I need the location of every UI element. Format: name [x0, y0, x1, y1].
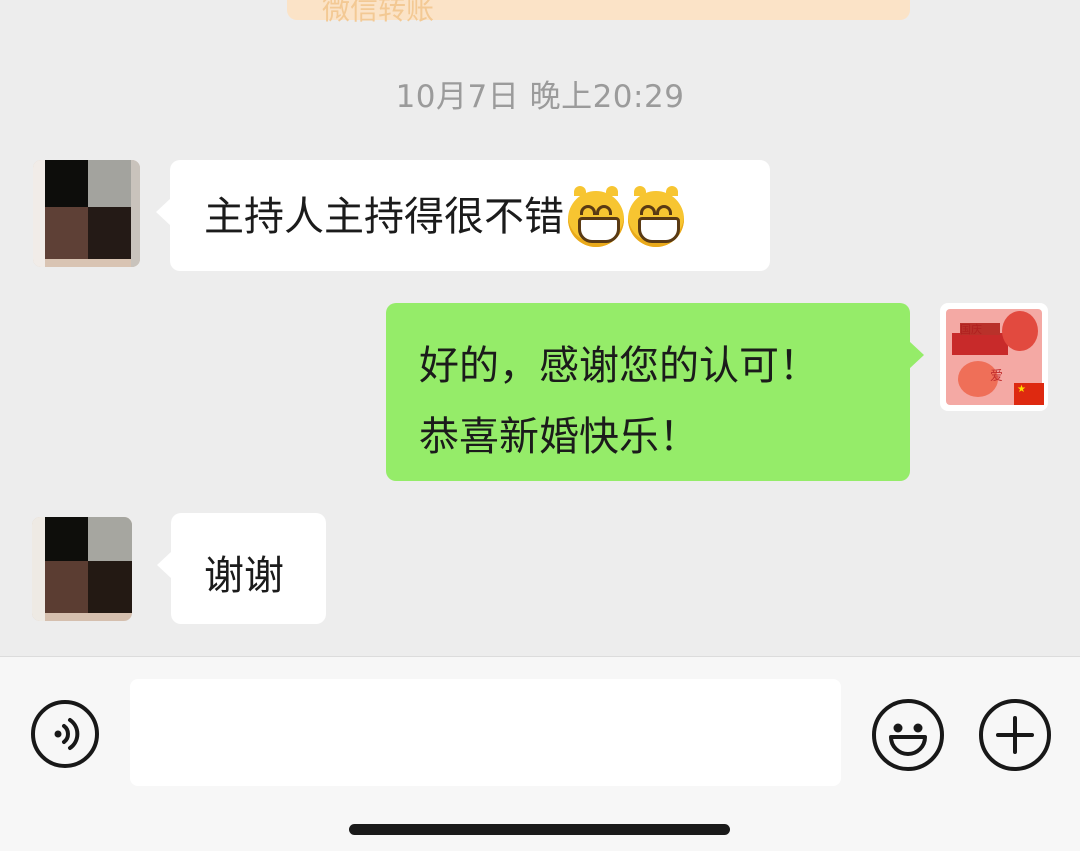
- smiley-icon: [889, 723, 927, 756]
- grin-emoji-icon: [568, 186, 624, 247]
- flag-icon: ★: [1014, 383, 1044, 405]
- contact-avatar[interactable]: [33, 160, 140, 267]
- more-button[interactable]: [979, 699, 1051, 771]
- bubble-tail: [909, 341, 924, 369]
- message-bubble-outgoing[interactable]: 好的，感谢您的认可！ 恭喜新婚快乐！: [386, 303, 924, 481]
- message-bubble-incoming[interactable]: 谢谢: [157, 513, 326, 624]
- message-line-2: 恭喜新婚快乐！: [419, 414, 699, 460]
- bubble-tail: [156, 198, 171, 226]
- input-bar: [0, 656, 1080, 851]
- emoji-button[interactable]: [872, 699, 944, 771]
- message-input[interactable]: [130, 679, 841, 786]
- plus-icon: [996, 716, 1034, 754]
- message-text: 谢谢: [204, 553, 284, 599]
- avatar-text: 爱: [990, 369, 1004, 384]
- message-line-1: 好的，感谢您的认可！: [419, 343, 819, 389]
- message-bubble-incoming[interactable]: 主持人主持得很不错: [156, 160, 770, 271]
- avatar-text: 国庆: [960, 323, 982, 336]
- contact-avatar[interactable]: [32, 517, 132, 621]
- transfer-card[interactable]: 微信转账: [287, 0, 910, 26]
- transfer-card-label: 微信转账: [322, 0, 435, 26]
- grin-emoji-icon: [628, 186, 684, 247]
- self-avatar[interactable]: 国庆 爱 ★: [940, 303, 1048, 411]
- chat-timestamp: 10月7日 晚上20:29: [395, 79, 685, 115]
- message-text: 主持人主持得很不错: [204, 194, 564, 240]
- home-indicator[interactable]: [349, 824, 730, 835]
- voice-button[interactable]: [31, 700, 99, 768]
- bubble-tail: [157, 551, 172, 579]
- voice-icon: [54, 718, 80, 750]
